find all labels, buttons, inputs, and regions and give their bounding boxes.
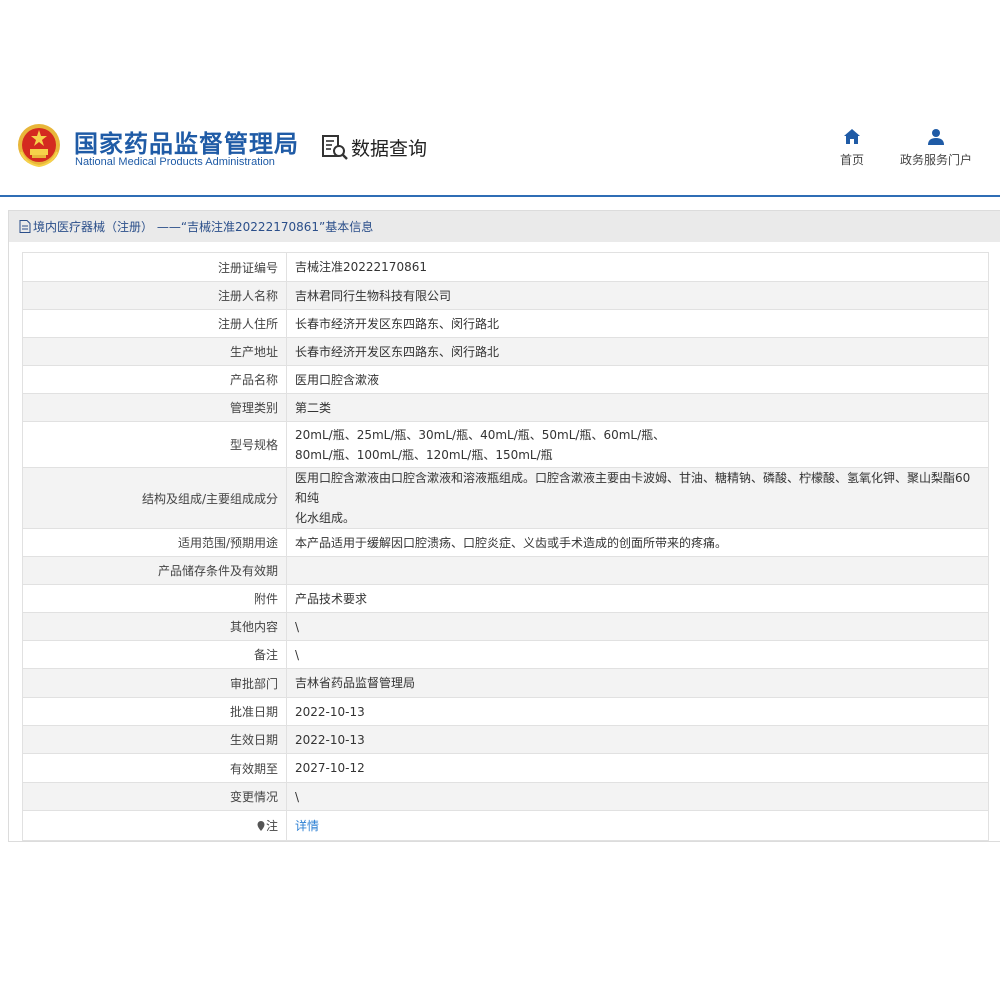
table-row: 注册证编号 吉械注准20222170861 — [22, 252, 989, 282]
row-value: 医用口腔含漱液由口腔含漱液和溶液瓶组成。口腔含漱液主要由卡波姆、甘油、糖精钠、磷… — [286, 467, 989, 529]
table-row: 管理类别 第二类 — [22, 393, 989, 422]
table-row: 适用范围/预期用途 本产品适用于缓解因口腔溃疡、口腔炎症、义齿或手术造成的创面所… — [22, 528, 989, 557]
document-icon — [19, 220, 31, 233]
row-value: 详情 — [286, 810, 989, 841]
table-row: 有效期至 2027-10-12 — [22, 753, 989, 783]
table-row: 注册人住所 长春市经济开发区东四路东、闵行路北 — [22, 309, 989, 338]
nav-home[interactable]: 首页 — [812, 128, 892, 168]
row-value-line: 80mL/瓶、100mL/瓶、120mL/瓶、150mL/瓶 — [295, 447, 553, 462]
row-value: 20mL/瓶、25mL/瓶、30mL/瓶、40mL/瓶、50mL/瓶、60mL/… — [286, 421, 989, 468]
table-row: 生效日期 2022-10-13 — [22, 725, 989, 754]
row-value: 2022-10-13 — [286, 697, 989, 726]
row-value-line: 化水组成。 — [295, 511, 356, 525]
row-key: 注册人名称 — [22, 281, 287, 310]
user-icon — [928, 129, 944, 145]
table-row: 产品储存条件及有效期 — [22, 556, 989, 585]
row-value: 吉林君同行生物科技有限公司 — [286, 281, 989, 310]
details-link[interactable]: 详情 — [295, 819, 319, 833]
row-value: 医用口腔含漱液 — [286, 365, 989, 394]
data-query-label: 数据查询 — [351, 137, 428, 160]
nav-service-portal[interactable]: 政务服务门户 — [896, 128, 976, 168]
row-value: 长春市经济开发区东四路东、闵行路北 — [286, 309, 989, 338]
table-row: 生产地址 长春市经济开发区东四路东、闵行路北 — [22, 337, 989, 366]
table-row: 批准日期 2022-10-13 — [22, 697, 989, 726]
national-emblem-icon — [18, 124, 60, 168]
row-key: 注册人住所 — [22, 309, 287, 338]
row-key: 管理类别 — [22, 393, 287, 422]
row-value: 2027-10-12 — [286, 753, 989, 783]
table-row: 型号规格 20mL/瓶、25mL/瓶、30mL/瓶、40mL/瓶、50mL/瓶、… — [22, 421, 989, 468]
row-key: 适用范围/预期用途 — [22, 528, 287, 557]
row-value: 产品技术要求 — [286, 584, 989, 613]
table-row: 结构及组成/主要组成成分 医用口腔含漱液由口腔含漱液和溶液瓶组成。口腔含漱液主要… — [22, 467, 989, 529]
table-row: 变更情况 \ — [22, 782, 989, 811]
table-row: 备注 \ — [22, 640, 989, 669]
row-value: \ — [286, 782, 989, 811]
row-key: 有效期至 — [22, 753, 287, 783]
row-value: 本产品适用于缓解因口腔溃疡、口腔炎症、义齿或手术造成的创面所带来的疼痛。 — [286, 528, 989, 557]
row-key: 生产地址 — [22, 337, 287, 366]
pin-icon — [257, 821, 265, 831]
table-row: 注册人名称 吉林君同行生物科技有限公司 — [22, 281, 989, 310]
row-key: 产品储存条件及有效期 — [22, 556, 287, 585]
row-value: \ — [286, 640, 989, 669]
row-value: \ — [286, 612, 989, 641]
registration-info-table: 注册证编号 吉械注准20222170861 注册人名称 吉林君同行生物科技有限公… — [22, 252, 989, 841]
row-key: 生效日期 — [22, 725, 287, 754]
search-document-icon — [322, 135, 348, 160]
row-key: 批准日期 — [22, 697, 287, 726]
row-key: 注册证编号 — [22, 252, 287, 282]
data-query-link[interactable]: 数据查询 — [321, 133, 427, 161]
row-value-line: 医用口腔含漱液由口腔含漱液和溶液瓶组成。口腔含漱液主要由卡波姆、甘油、糖精钠、磷… — [295, 471, 971, 505]
row-value: 吉林省药品监督管理局 — [286, 668, 989, 698]
row-key: 审批部门 — [22, 668, 287, 698]
row-value-line: 20mL/瓶、25mL/瓶、30mL/瓶、40mL/瓶、50mL/瓶、60mL/… — [295, 427, 666, 442]
row-key: 附件 — [22, 584, 287, 613]
header-divider — [0, 195, 1000, 197]
home-icon — [844, 129, 860, 144]
nav-home-label: 首页 — [839, 153, 864, 167]
row-key: 备注 — [22, 640, 287, 669]
table-row: 审批部门 吉林省药品监督管理局 — [22, 668, 989, 698]
row-key: 产品名称 — [22, 365, 287, 394]
detail-panel: 境内医疗器械（注册） ——“吉械注准20222170861”基本信息 注册证编号… — [8, 210, 1000, 842]
row-key: 结构及组成/主要组成成分 — [22, 467, 287, 529]
row-key: 其他内容 — [22, 612, 287, 641]
row-value: 长春市经济开发区东四路东、闵行路北 — [286, 337, 989, 366]
row-key-label: 注 — [265, 819, 278, 833]
table-row: 其他内容 \ — [22, 612, 989, 641]
row-value: 吉械注准20222170861 — [286, 252, 989, 282]
row-key: 型号规格 — [22, 421, 287, 468]
nav-service-portal-label: 政务服务门户 — [899, 153, 972, 167]
table-row: 注 详情 — [22, 810, 989, 841]
panel-title: 境内医疗器械（注册） ——“吉械注准20222170861”基本信息 — [33, 220, 374, 234]
row-key: 注 — [22, 810, 287, 841]
site-subtitle: National Medical Products Administration — [75, 156, 275, 168]
table-row: 产品名称 医用口腔含漱液 — [22, 365, 989, 394]
row-value — [286, 556, 989, 585]
panel-header: 境内医疗器械（注册） ——“吉械注准20222170861”基本信息 — [9, 211, 1000, 242]
row-value: 第二类 — [286, 393, 989, 422]
row-value: 2022-10-13 — [286, 725, 989, 754]
row-key: 变更情况 — [22, 782, 287, 811]
site-title[interactable]: 国家药品监督管理局 — [74, 124, 299, 159]
table-row: 附件 产品技术要求 — [22, 584, 989, 613]
